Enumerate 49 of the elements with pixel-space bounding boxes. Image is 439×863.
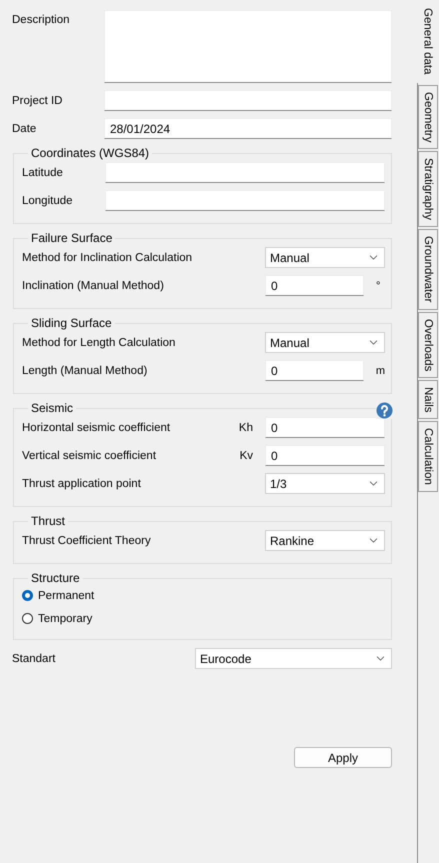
symbol-label: Kh: [238, 422, 253, 434]
input-field[interactable]: 0: [265, 445, 385, 466]
side-tab[interactable]: Geometry: [418, 84, 438, 149]
field-label: Date: [12, 122, 38, 134]
group-title: Thrust: [30, 514, 66, 528]
field-label: Horizontal seismic coefficient: [22, 422, 170, 434]
side-tab[interactable]: Overloads: [418, 312, 438, 378]
input-field[interactable]: [105, 162, 385, 183]
input-field[interactable]: 0: [265, 275, 364, 296]
field-label: Method for Inclination Calculation: [22, 252, 192, 264]
field-label: Method for Length Calculation: [22, 336, 176, 348]
input-field[interactable]: 0: [265, 417, 385, 438]
dropdown[interactable]: Rankine: [265, 530, 385, 551]
dropdown[interactable]: Eurocode: [195, 648, 392, 669]
help-icon[interactable]: [376, 402, 393, 419]
side-tab[interactable]: Groundwater: [418, 229, 438, 310]
group-title: Sliding Surface: [30, 316, 113, 330]
input-field[interactable]: 28/01/2024: [104, 118, 392, 139]
field-label: Standart: [12, 652, 56, 664]
field-label: Length (Manual Method): [22, 364, 148, 376]
group-title: Seismic: [30, 401, 74, 415]
apply-button[interactable]: Apply: [294, 747, 392, 768]
radio-option[interactable]: Temporary: [22, 610, 385, 627]
unit-label: m: [376, 364, 385, 376]
side-tab[interactable]: Stratigraphy: [418, 151, 438, 228]
group-title: Coordinates (WGS84): [30, 146, 150, 160]
side-tab[interactable]: Nails: [418, 380, 438, 420]
field-label: Longitude: [22, 194, 74, 206]
field-label: Inclination (Manual Method): [22, 280, 164, 292]
dropdown[interactable]: 1/3: [265, 473, 385, 494]
input-field[interactable]: [105, 190, 385, 211]
field-label: Description: [12, 13, 71, 26]
side-tab[interactable]: Calculation: [418, 421, 438, 492]
unit-label: °: [376, 280, 380, 292]
radio-button[interactable]: [22, 613, 33, 624]
field-label: Latitude: [22, 166, 64, 178]
symbol-label: Kv: [240, 450, 253, 462]
field-label: Vertical seismic coefficient: [22, 450, 156, 462]
radio-button[interactable]: [22, 590, 33, 601]
group-title: Structure: [30, 571, 81, 585]
group-title: Failure Surface: [30, 231, 114, 245]
field-label: Thrust application point: [22, 478, 141, 490]
radio-option[interactable]: Permanent: [22, 587, 385, 604]
dropdown[interactable]: Manual: [265, 332, 385, 353]
field-label: Project ID: [12, 94, 64, 106]
input-field[interactable]: 0: [265, 360, 364, 381]
field-label: Thrust Coefficient Theory: [22, 534, 151, 546]
dropdown[interactable]: Manual: [265, 247, 385, 268]
input-field[interactable]: [104, 90, 392, 111]
